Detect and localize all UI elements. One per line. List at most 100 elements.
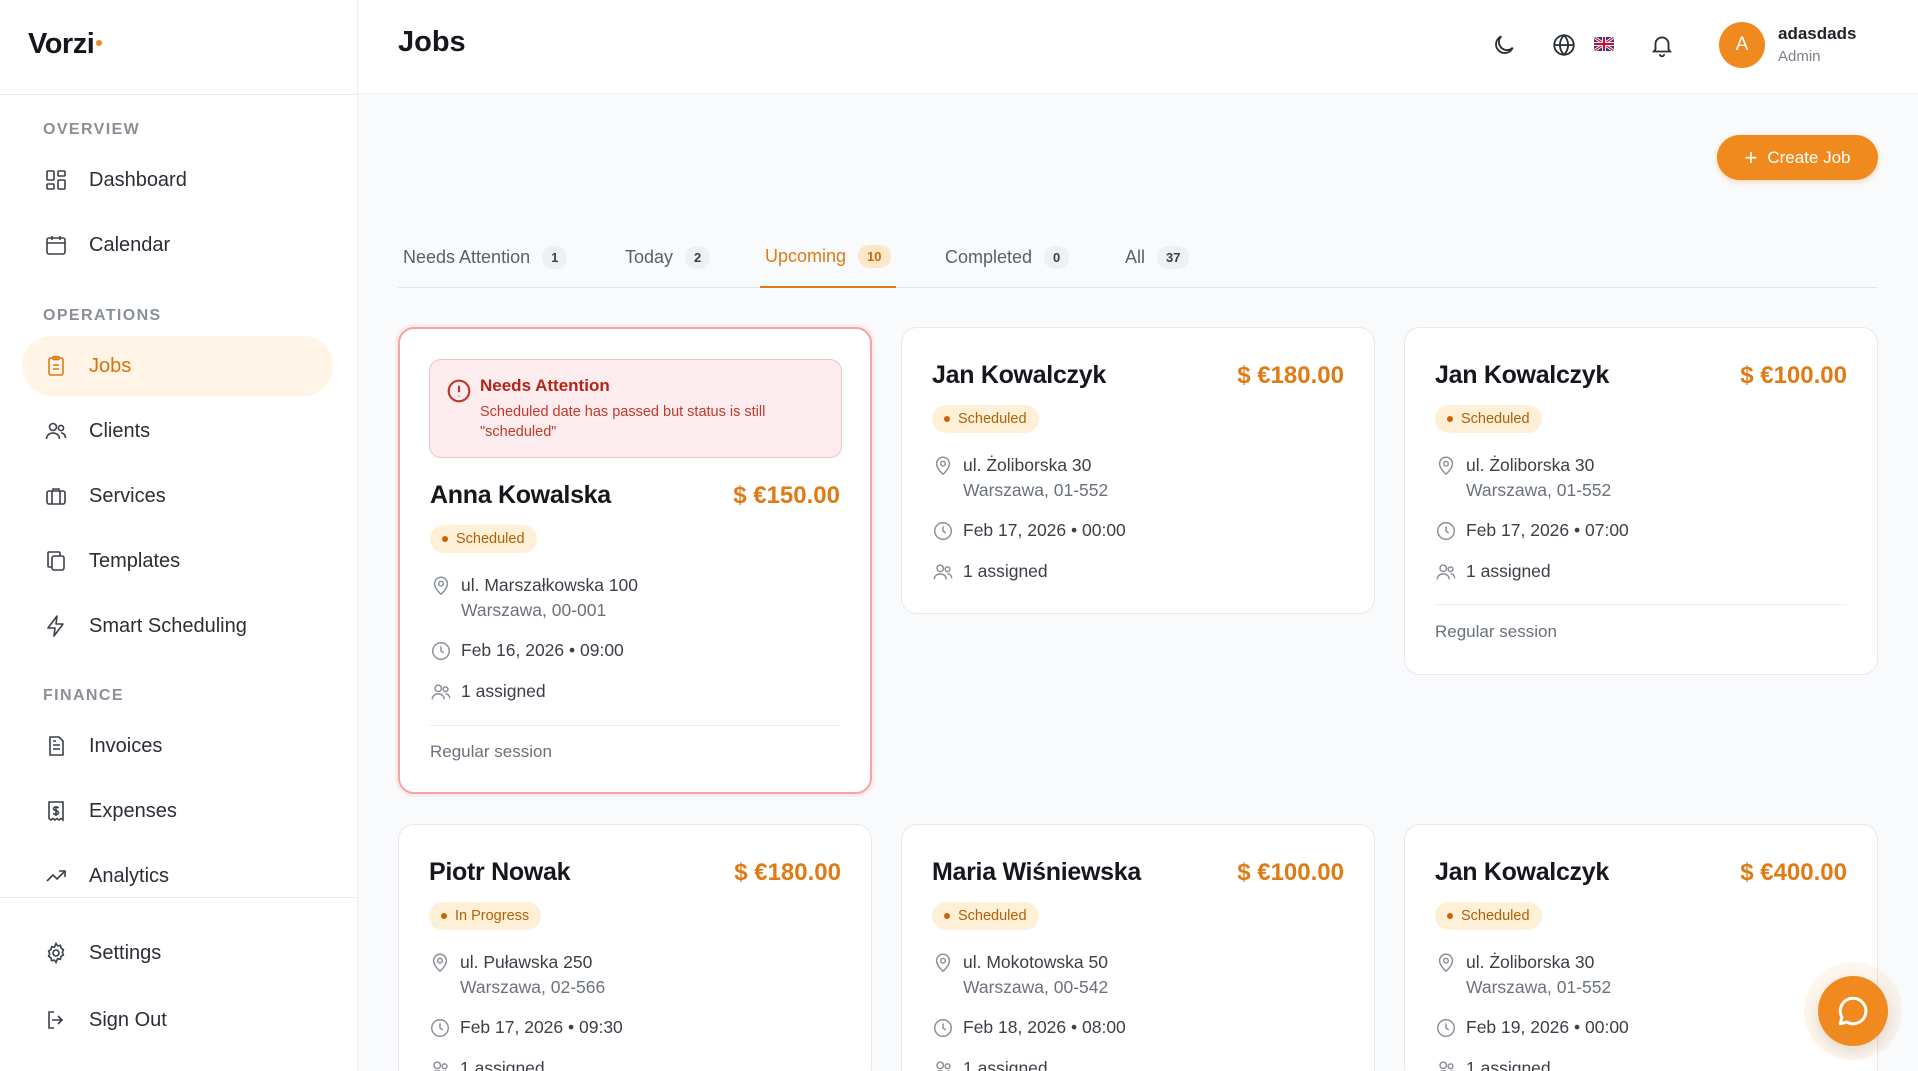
user-role: Admin (1778, 48, 1821, 65)
users-icon (431, 684, 451, 700)
plus-icon: + (1744, 144, 1758, 170)
sign-out-icon (43, 1007, 69, 1033)
clock-icon (1437, 1019, 1455, 1037)
sidebar: Vorzi Overview Dashboard Calendar Operat… (0, 0, 358, 1071)
job-datetime: Feb 16, 2026 • 09:00 (461, 640, 624, 660)
map-pin-icon (1438, 456, 1454, 476)
create-job-button[interactable]: + Create Job (1717, 135, 1878, 180)
assigned-row: 1 assigned (932, 561, 1048, 583)
job-card[interactable]: Jan Kowalczyk $ €100.00 Scheduled ul. Żo… (1404, 327, 1878, 675)
client-name: Anna Kowalska (430, 481, 611, 509)
address-row: ul. Mokotowska 50 Warszawa, 00-542 (932, 952, 1108, 998)
job-card[interactable]: Piotr Nowak $ €180.00 In Progress ul. Pu… (398, 824, 872, 1071)
sidebar-item-label: Analytics (89, 864, 170, 887)
users-icon (433, 1061, 448, 1071)
alert-circle-icon (447, 379, 471, 403)
assigned-row: 1 assigned (430, 681, 546, 703)
job-price: $ €400.00 (1740, 859, 1847, 886)
assigned-count: 1 assigned (1466, 1058, 1551, 1071)
job-card[interactable]: Maria Wiśniewska $ €100.00 Scheduled ul.… (901, 824, 1375, 1071)
tab-label: Today (625, 246, 674, 267)
address-street: ul. Żoliborska 30 (1466, 455, 1595, 475)
status-badge: Scheduled (932, 902, 1039, 930)
copy-icon (43, 548, 69, 574)
chat-button[interactable] (1818, 976, 1888, 1046)
users-icon (1436, 564, 1456, 580)
sidebar-item-services[interactable]: Services (22, 466, 333, 526)
clipboard-icon (43, 353, 69, 379)
job-datetime: Feb 19, 2026 • 00:00 (1466, 1017, 1629, 1037)
dark-mode-toggle[interactable] (1489, 30, 1519, 60)
briefcase-icon (43, 483, 69, 509)
bell-icon (1652, 36, 1672, 58)
sidebar-item-settings[interactable]: Settings (22, 923, 333, 983)
alert-message: Scheduled date has passed but status is … (480, 404, 766, 440)
sidebar-item-invoices[interactable]: Invoices (22, 716, 333, 776)
app-logo[interactable]: Vorzi (28, 28, 103, 61)
status-badge: Scheduled (1435, 902, 1542, 930)
chat-bubble-icon (1838, 996, 1868, 1026)
sidebar-item-label: Jobs (89, 354, 132, 377)
tab-all[interactable]: All 37 (1120, 226, 1194, 288)
sidebar-item-jobs[interactable]: Jobs (22, 336, 333, 396)
tab-count: 0 (1044, 245, 1070, 269)
gear-icon (43, 940, 69, 966)
sidebar-item-clients[interactable]: Clients (22, 401, 333, 461)
sidebar-item-dashboard[interactable]: Dashboard (22, 150, 333, 210)
sidebar-item-label: Sign Out (89, 1008, 167, 1031)
datetime-row: Feb 17, 2026 • 00:00 (932, 520, 1126, 542)
avatar[interactable]: A (1719, 22, 1765, 68)
assigned-count: 1 assigned (963, 1058, 1048, 1071)
tab-count: 1 (542, 245, 568, 269)
status-badge: Scheduled (932, 405, 1039, 433)
tab-today[interactable]: Today 2 (620, 226, 715, 288)
map-pin-icon (433, 576, 449, 596)
address-city: Warszawa, 00-542 (963, 977, 1109, 997)
sidebar-item-label: Dashboard (89, 168, 187, 191)
sidebar-item-templates[interactable]: Templates (22, 531, 333, 591)
job-card[interactable]: Needs Attention Scheduled date has passe… (398, 327, 872, 794)
section-label-overview: Overview (43, 121, 141, 138)
tab-upcoming[interactable]: Upcoming 10 (760, 226, 896, 288)
users-icon (43, 418, 69, 444)
status-label: Scheduled (958, 908, 1027, 924)
tab-needs-attention[interactable]: Needs Attention 1 (398, 226, 572, 288)
sidebar-item-label: Templates (89, 549, 181, 572)
address-city: Warszawa, 01-552 (963, 480, 1109, 500)
job-datetime: Feb 17, 2026 • 00:00 (963, 520, 1126, 540)
job-price: $ €150.00 (733, 482, 840, 509)
sidebar-item-calendar[interactable]: Calendar (22, 215, 333, 275)
tab-count: 37 (1157, 245, 1190, 269)
tab-label: All (1125, 246, 1146, 267)
map-pin-icon (1438, 953, 1454, 973)
notifications-button[interactable] (1647, 30, 1677, 60)
address-city: Warszawa, 00-001 (461, 600, 607, 620)
document-icon (43, 733, 69, 759)
tab-label: Upcoming (765, 245, 847, 266)
job-note: Regular session (430, 742, 552, 761)
users-icon (933, 564, 953, 580)
client-name: Maria Wiśniewska (932, 858, 1141, 886)
sidebar-item-expenses[interactable]: Expenses (22, 781, 333, 841)
clock-icon (1437, 522, 1455, 540)
address-row: ul. Żoliborska 30 Warszawa, 01-552 (932, 455, 1108, 501)
clock-icon (431, 1019, 449, 1037)
section-label-finance: Finance (43, 687, 124, 704)
language-selector[interactable] (1549, 30, 1579, 60)
job-card[interactable]: Jan Kowalczyk $ €400.00 Scheduled ul. Żo… (1404, 824, 1878, 1071)
address-city: Warszawa, 01-552 (1466, 977, 1612, 997)
status-label: Scheduled (1461, 411, 1530, 427)
status-badge: Scheduled (430, 525, 537, 553)
address-row: ul. Marszałkowska 100 Warszawa, 00-001 (430, 575, 638, 621)
job-card[interactable]: Jan Kowalczyk $ €180.00 Scheduled ul. Żo… (901, 327, 1375, 614)
needs-attention-alert: Needs Attention Scheduled date has passe… (429, 359, 842, 458)
sidebar-item-smart-scheduling[interactable]: Smart Scheduling (22, 596, 333, 656)
uk-flag-icon[interactable] (1594, 37, 1614, 51)
map-pin-icon (935, 456, 951, 476)
sidebar-item-label: Invoices (89, 734, 163, 757)
address-row: ul. Żoliborska 30 Warszawa, 01-552 (1435, 952, 1611, 998)
lightning-icon (43, 613, 69, 639)
tab-completed[interactable]: Completed 0 (940, 226, 1074, 288)
sidebar-item-sign-out[interactable]: Sign Out (22, 990, 333, 1050)
create-job-label: Create Job (1767, 147, 1851, 167)
